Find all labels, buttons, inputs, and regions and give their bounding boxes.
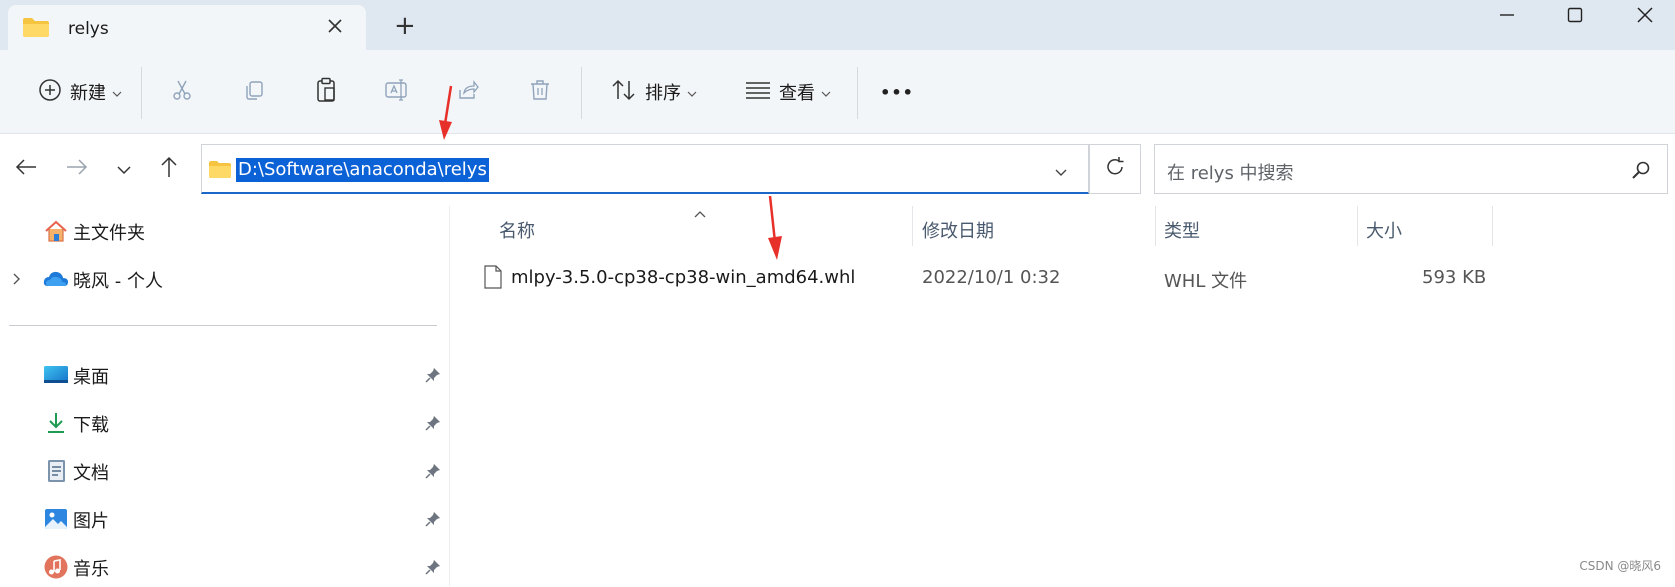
sidebar-item-label: 晓风 - 个人 [73, 271, 163, 292]
sort-ascending-indicator-icon [693, 204, 707, 223]
arrow-right-icon [66, 158, 88, 180]
refresh-icon [1104, 156, 1126, 182]
music-icon [43, 554, 69, 580]
column-divider[interactable] [1357, 206, 1358, 246]
new-label: 新建 [70, 83, 106, 104]
annotation-arrow [436, 84, 456, 146]
add-circle-icon [38, 78, 62, 106]
chevron-down-icon [821, 83, 831, 102]
sidebar-item-label: 文档 [73, 463, 109, 484]
column-header-type[interactable]: 类型 [1164, 217, 1200, 243]
search-icon[interactable] [1631, 160, 1651, 184]
folder-icon [22, 16, 50, 42]
rename-icon [384, 78, 410, 106]
sort-label: 排序 [645, 83, 681, 104]
arrow-left-icon [15, 158, 37, 180]
close-tab-icon[interactable] [326, 17, 344, 39]
refresh-button[interactable] [1089, 144, 1141, 194]
sidebar-item-pictures[interactable]: 图片 [0, 499, 450, 539]
sidebar-item-music[interactable]: 音乐 [0, 547, 450, 587]
clipboard-icon [314, 77, 338, 107]
toolbar-divider [141, 67, 142, 119]
view-button[interactable]: 查看 [738, 62, 838, 122]
address-path[interactable]: D:\Software\anaconda\relys [236, 158, 489, 182]
sidebar-item-desktop[interactable]: 桌面 [0, 355, 450, 395]
sidebar-divider [9, 325, 437, 326]
desktop-icon [43, 362, 69, 388]
column-header-size[interactable]: 大小 [1366, 217, 1402, 243]
sidebar-item-label: 桌面 [73, 367, 109, 388]
arrow-up-icon [159, 156, 179, 182]
up-button[interactable] [149, 146, 189, 192]
toolbar-divider [581, 67, 582, 119]
chevron-down-icon [687, 83, 697, 102]
paste-button[interactable] [306, 62, 346, 122]
home-icon [43, 218, 69, 244]
maximize-icon[interactable] [1540, 0, 1610, 30]
search-placeholder: 在 relys 中搜索 [1167, 163, 1294, 184]
pictures-icon [43, 506, 69, 532]
view-list-icon [745, 80, 771, 104]
scissors-icon [170, 78, 194, 106]
sidebar-item-label: 下载 [73, 415, 109, 436]
share-icon [456, 78, 480, 106]
watermark: CSDN @晓风6 [1579, 559, 1661, 573]
pin-icon[interactable] [425, 415, 441, 435]
sidebar-item-label: 主文件夹 [73, 223, 145, 244]
trash-icon [528, 78, 552, 106]
copy-button[interactable] [234, 62, 274, 122]
chevron-right-icon[interactable] [12, 271, 22, 290]
tab-title: relys [68, 19, 109, 39]
address-bar[interactable]: D:\Software\anaconda\relys [201, 144, 1089, 194]
sidebar-item-home[interactable]: 主文件夹 [0, 211, 450, 251]
delete-button[interactable] [520, 62, 560, 122]
folder-icon [208, 159, 232, 183]
file-icon [484, 265, 502, 293]
pin-icon[interactable] [425, 463, 441, 483]
sidebar-item-label: 图片 [73, 511, 109, 532]
minimize-icon[interactable] [1472, 0, 1542, 30]
download-icon [43, 410, 69, 436]
sidebar-item-onedrive[interactable]: 晓风 - 个人 [0, 259, 450, 299]
column-divider[interactable] [912, 206, 913, 246]
sidebar-item-downloads[interactable]: 下载 [0, 403, 450, 443]
column-divider[interactable] [1155, 206, 1156, 246]
file-date-modified: 2022/10/1 0:32 [922, 267, 1061, 288]
back-button[interactable] [6, 146, 46, 192]
file-size: 593 KB [1422, 267, 1487, 288]
onedrive-cloud-icon [43, 266, 69, 292]
copy-icon [242, 78, 266, 106]
chevron-down-icon [116, 160, 132, 179]
column-divider[interactable] [1492, 206, 1493, 246]
chevron-down-icon [112, 83, 122, 102]
pin-icon[interactable] [425, 559, 441, 579]
sidebar-item-label: 音乐 [73, 559, 109, 580]
sort-arrows-icon [611, 78, 637, 106]
chevron-down-icon[interactable] [1054, 163, 1068, 182]
pin-icon[interactable] [425, 511, 441, 531]
close-window-icon[interactable] [1610, 0, 1675, 30]
annotation-arrow [766, 194, 786, 266]
sidebar-item-documents[interactable]: 文档 [0, 451, 450, 491]
toolbar-divider [857, 67, 858, 119]
tab-relys[interactable]: relys [8, 5, 366, 50]
search-box[interactable]: 在 relys 中搜索 [1154, 144, 1668, 194]
file-name[interactable]: mlpy-3.5.0-cp38-cp38-win_amd64.whl [511, 267, 855, 288]
column-header-date-modified[interactable]: 修改日期 [922, 217, 994, 243]
column-header-name[interactable]: 名称 [499, 217, 535, 243]
document-icon [43, 458, 69, 484]
pin-icon[interactable] [425, 367, 441, 387]
cut-button[interactable] [162, 62, 202, 122]
sort-button[interactable]: 排序 [604, 62, 704, 122]
more-dots-icon: ••• [880, 82, 914, 102]
recent-locations-button[interactable] [104, 146, 144, 192]
forward-button[interactable] [57, 146, 97, 192]
file-type: WHL 文件 [1164, 271, 1248, 292]
new-tab-button[interactable]: + [394, 12, 416, 40]
more-options-button[interactable]: ••• [872, 62, 922, 122]
rename-button[interactable] [377, 62, 417, 122]
new-button[interactable]: 新建 [20, 62, 140, 122]
view-label: 查看 [779, 83, 815, 104]
